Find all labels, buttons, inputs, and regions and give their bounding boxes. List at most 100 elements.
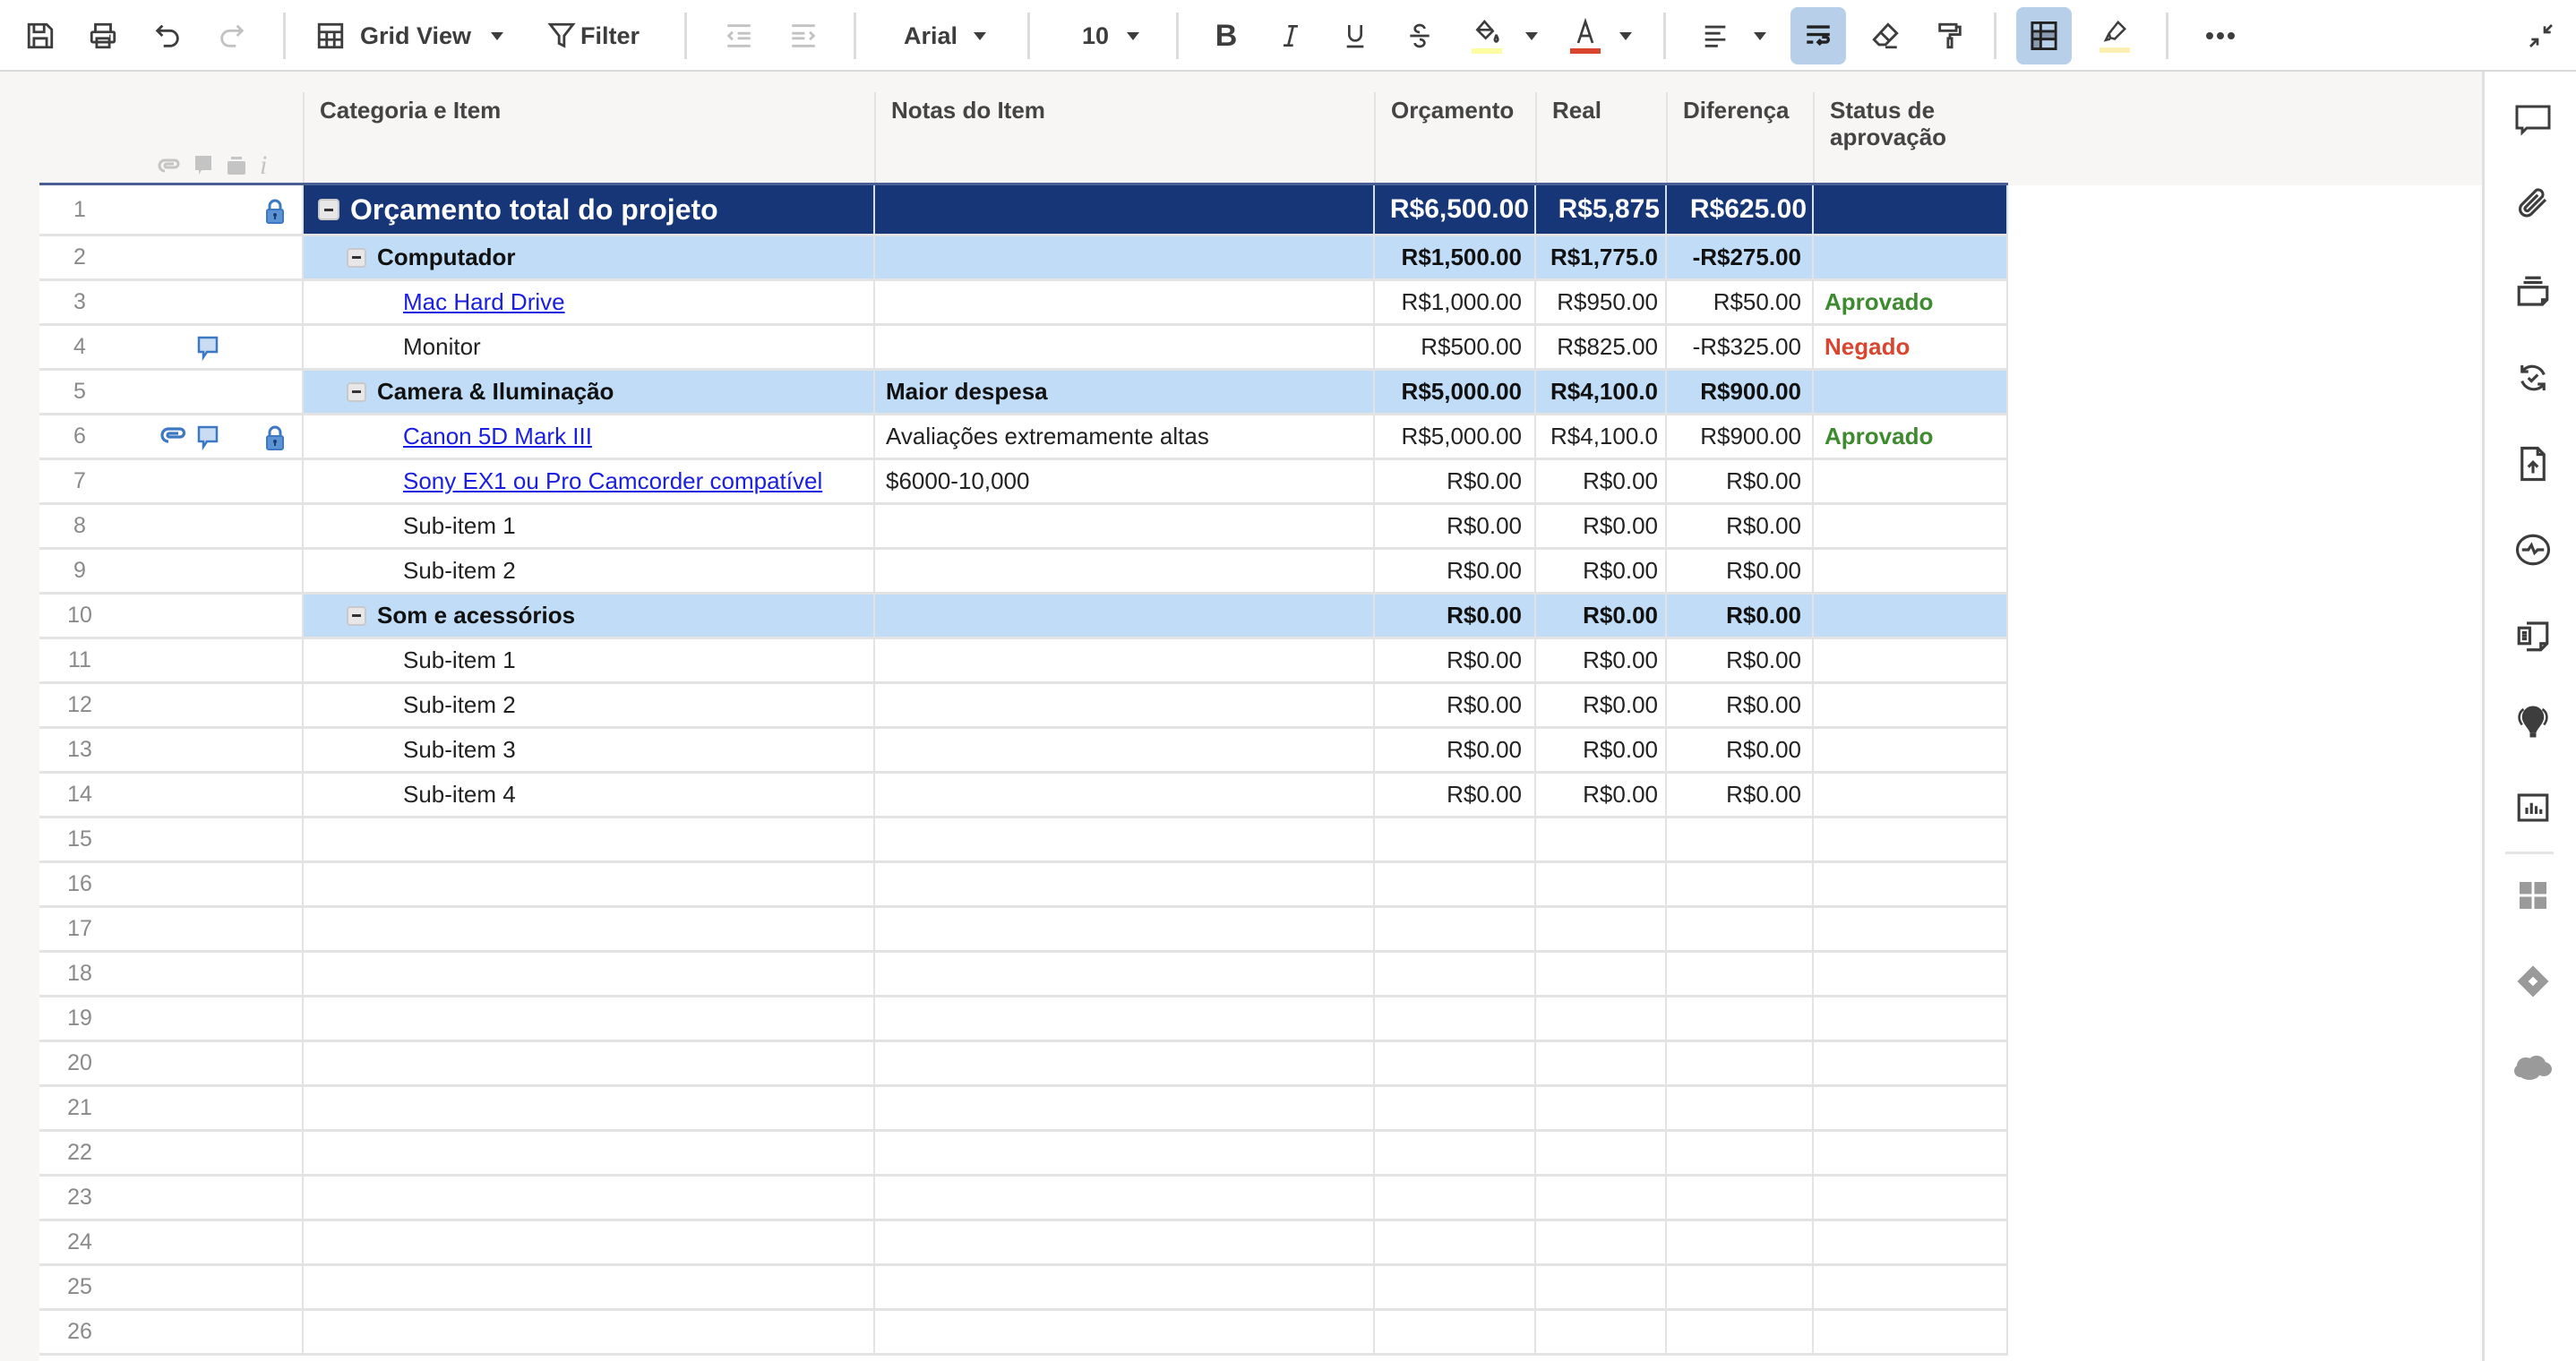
cell-actual[interactable]: R$0.00 — [1536, 550, 1667, 595]
cell-actual[interactable]: R$0.00 — [1536, 729, 1667, 774]
table-row[interactable]: 23 — [39, 1177, 2008, 1221]
cell-category[interactable] — [304, 1042, 875, 1087]
cell-budget[interactable]: R$1,500.00 — [1375, 236, 1536, 281]
cell-budget[interactable]: R$5,000.00 — [1375, 415, 1536, 460]
fill-color-dropdown[interactable] — [1518, 7, 1545, 64]
cell-status[interactable] — [1814, 236, 2008, 281]
align-dropdown[interactable] — [1747, 7, 1773, 64]
row-number-cell[interactable]: 11 — [39, 639, 304, 684]
save-button[interactable] — [18, 7, 63, 64]
cell-notes[interactable] — [875, 729, 1375, 774]
undo-button[interactable] — [145, 7, 190, 64]
view-selector[interactable]: Grid View — [315, 7, 521, 64]
cell-category[interactable] — [304, 1177, 875, 1221]
cell-difference[interactable] — [1667, 997, 1814, 1042]
sidebar-attachments-button[interactable] — [2508, 181, 2558, 231]
indent-button[interactable] — [781, 7, 826, 64]
sidebar-comments-button[interactable] — [2508, 95, 2558, 145]
cell-budget[interactable]: R$0.00 — [1375, 729, 1536, 774]
cell-status[interactable] — [1814, 505, 2008, 550]
more-options-button[interactable] — [2196, 7, 2245, 64]
cell-budget[interactable] — [1375, 863, 1536, 908]
cell-status[interactable] — [1814, 908, 2008, 953]
cell-budget[interactable] — [1375, 818, 1536, 863]
sidebar-integration-button[interactable] — [2508, 956, 2558, 1006]
cell-status[interactable] — [1814, 774, 2008, 818]
cell-actual[interactable]: R$4,100.0 — [1536, 371, 1667, 415]
cell-status[interactable] — [1814, 684, 2008, 729]
cell-category[interactable] — [304, 908, 875, 953]
cell-notes[interactable]: Maior despesa — [875, 371, 1375, 415]
row-number-cell[interactable]: 26 — [39, 1311, 304, 1356]
cell-difference[interactable]: -R$325.00 — [1667, 326, 1814, 371]
cell-difference[interactable]: R$900.00 — [1667, 415, 1814, 460]
cell-difference[interactable]: -R$275.00 — [1667, 236, 1814, 281]
cell-status[interactable] — [1814, 639, 2008, 684]
cell-notes[interactable] — [875, 185, 1375, 236]
cell-difference[interactable] — [1667, 908, 1814, 953]
fill-color-button[interactable] — [1460, 7, 1514, 64]
sidebar-publish-button[interactable] — [2508, 439, 2558, 489]
cell-budget[interactable]: R$0.00 — [1375, 774, 1536, 818]
cell-actual[interactable] — [1536, 1087, 1667, 1132]
cell-difference[interactable] — [1667, 1042, 1814, 1087]
attachment-icon[interactable] — [159, 425, 186, 445]
cell-status[interactable] — [1814, 550, 2008, 595]
cell-notes[interactable] — [875, 550, 1375, 595]
row-number-cell[interactable]: 14 — [39, 774, 304, 818]
cell-status[interactable] — [1814, 1311, 2008, 1356]
cell-category[interactable]: Sub-item 3 — [304, 729, 875, 774]
gridlines-button[interactable] — [2016, 7, 2072, 64]
row-number-cell[interactable]: 8 — [39, 505, 304, 550]
table-row[interactable]: 2 Computador R$1,500.00 R$1,775.0 -R$275.00 — [39, 236, 2008, 281]
cell-difference[interactable] — [1667, 1087, 1814, 1132]
row-number-cell[interactable]: 19 — [39, 997, 304, 1042]
collapse-toggle-icon[interactable] — [347, 247, 366, 268]
clear-formatting-button[interactable] — [1861, 7, 1910, 64]
cell-actual[interactable]: R$0.00 — [1536, 684, 1667, 729]
sidebar-summary-button[interactable] — [2508, 611, 2558, 661]
table-row[interactable]: 18 — [39, 953, 2008, 997]
table-row[interactable]: 8 Sub-item 1 R$0.00 R$0.00 R$0.00 — [39, 505, 2008, 550]
cell-actual[interactable]: R$950.00 — [1536, 281, 1667, 326]
cell-notes[interactable] — [875, 953, 1375, 997]
cell-budget[interactable] — [1375, 1266, 1536, 1311]
cell-actual[interactable] — [1536, 863, 1667, 908]
cell-notes[interactable]: Avaliações extremamente altas — [875, 415, 1375, 460]
cell-category[interactable]: Mac Hard Drive — [304, 281, 875, 326]
cell-status[interactable] — [1814, 371, 2008, 415]
cell-category[interactable]: Computador — [304, 236, 875, 281]
cell-budget[interactable] — [1375, 1177, 1536, 1221]
cell-notes[interactable] — [875, 639, 1375, 684]
table-row[interactable]: 19 — [39, 997, 2008, 1042]
cell-difference[interactable] — [1667, 1132, 1814, 1177]
cell-category[interactable]: Sub-item 4 — [304, 774, 875, 818]
cell-notes[interactable] — [875, 1087, 1375, 1132]
sidebar-salesforce-button[interactable] — [2508, 1042, 2558, 1092]
cell-status[interactable] — [1814, 1221, 2008, 1266]
cell-notes[interactable] — [875, 818, 1375, 863]
row-number-cell[interactable]: 12 — [39, 684, 304, 729]
collapse-toggle-icon[interactable] — [318, 199, 339, 220]
row-number-cell[interactable]: 1 — [39, 185, 304, 236]
cell-category[interactable]: Sub-item 1 — [304, 505, 875, 550]
table-row[interactable]: 10 Som e acessórios R$0.00 R$0.00 R$0.00 — [39, 595, 2008, 639]
row-number-cell[interactable]: 13 — [39, 729, 304, 774]
table-row[interactable]: 20 — [39, 1042, 2008, 1087]
cell-status[interactable] — [1814, 729, 2008, 774]
cell-notes[interactable] — [875, 1266, 1375, 1311]
cell-notes[interactable]: $6000-10,000 — [875, 460, 1375, 505]
bold-button[interactable]: B — [1204, 7, 1249, 64]
cell-category[interactable] — [304, 863, 875, 908]
cell-notes[interactable] — [875, 595, 1375, 639]
sidebar-chart-button[interactable] — [2508, 783, 2558, 833]
cell-difference[interactable] — [1667, 1266, 1814, 1311]
cell-actual[interactable] — [1536, 953, 1667, 997]
cell-budget[interactable] — [1375, 1311, 1536, 1356]
cell-difference[interactable] — [1667, 1221, 1814, 1266]
item-link[interactable]: Mac Hard Drive — [403, 288, 565, 316]
row-number-cell[interactable]: 5 — [39, 371, 304, 415]
cell-actual[interactable] — [1536, 997, 1667, 1042]
cell-difference[interactable]: R$0.00 — [1667, 460, 1814, 505]
cell-actual[interactable]: R$0.00 — [1536, 595, 1667, 639]
